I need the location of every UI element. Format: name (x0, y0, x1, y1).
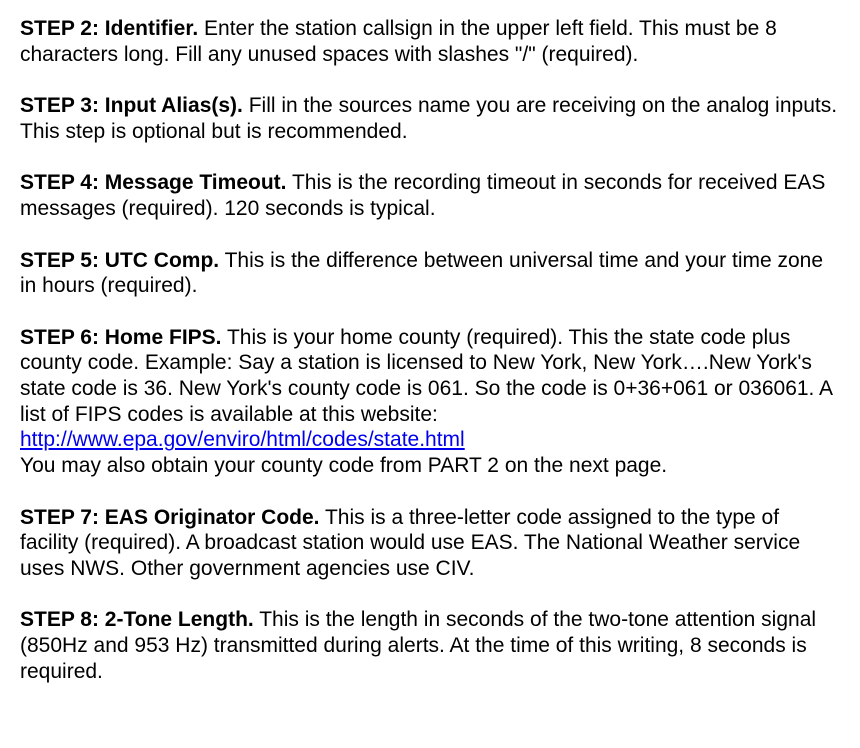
step-6: STEP 6: Home FIPS. This is your home cou… (20, 325, 840, 479)
step-6-text-after: You may also obtain your county code fro… (20, 454, 667, 477)
step-5-label: STEP 5: UTC Comp. (20, 249, 219, 272)
step-6-label: STEP 6: Home FIPS. (20, 326, 222, 349)
step-5: STEP 5: UTC Comp. This is the difference… (20, 248, 840, 299)
fips-link[interactable]: http://www.epa.gov/enviro/html/codes/sta… (20, 428, 465, 451)
step-8-label: STEP 8: 2-Tone Length. (20, 608, 254, 631)
step-4-label: STEP 4: Message Timeout. (20, 171, 286, 194)
step-4: STEP 4: Message Timeout. This is the rec… (20, 170, 840, 221)
step-3-label: STEP 3: Input Alias(s). (20, 94, 243, 117)
step-2-label: STEP 2: Identifier. (20, 17, 198, 40)
step-8: STEP 8: 2-Tone Length. This is the lengt… (20, 607, 840, 684)
step-2: STEP 2: Identifier. Enter the station ca… (20, 16, 840, 67)
step-3: STEP 3: Input Alias(s). Fill in the sour… (20, 93, 840, 144)
step-7: STEP 7: EAS Originator Code. This is a t… (20, 505, 840, 582)
step-7-label: STEP 7: EAS Originator Code. (20, 506, 320, 529)
